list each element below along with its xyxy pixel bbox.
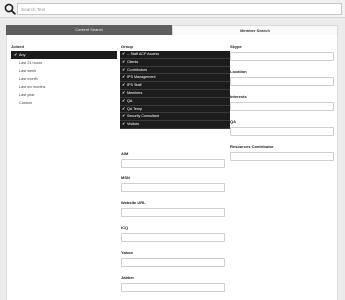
- group-option-visitors[interactable]: ✔ Visitors: [120, 121, 230, 129]
- joined-option-label: Last year: [19, 93, 35, 97]
- joined-option-label: Last month: [19, 77, 38, 81]
- group-option-label: QA Temp: [127, 106, 143, 111]
- joined-option-label: Last 24 hours: [19, 61, 43, 65]
- group-options: ✔ -- Staff ACP Access ✔ Clients ✔ Contribut…: [120, 51, 230, 129]
- joined-option-last-six-months[interactable]: Last six months: [11, 83, 117, 91]
- qa-field[interactable]: [230, 127, 334, 136]
- group-option-label: -- Staff ACP Access: [127, 52, 160, 56]
- group-option-security-consultant[interactable]: ✔ Security Consultant: [120, 113, 230, 122]
- resources-contributor-field[interactable]: [230, 152, 334, 161]
- icq-field[interactable]: [121, 233, 225, 242]
- group-option-label: IPS Staff: [127, 83, 142, 88]
- yahoo-label: Yahoo: [121, 250, 134, 255]
- resources-contributor-label: Resources Contributor: [230, 144, 274, 149]
- yahoo-field[interactable]: [121, 258, 225, 267]
- group-option-label: Contributors: [127, 67, 148, 72]
- group-option-ips-staff[interactable]: ✔ IPS Staff: [120, 82, 230, 90]
- interests-label: Interests: [230, 94, 247, 99]
- top-search-bar: [0, 0, 345, 18]
- search-tabs: Content Search Member Search: [6, 25, 338, 35]
- joined-option-label: Any: [19, 53, 26, 57]
- msn-field[interactable]: [121, 183, 225, 192]
- group-option-clients[interactable]: ✔ Clients: [120, 58, 230, 67]
- member-search-panel: Joined ✔ Any Last 24 hours Last week Last…: [6, 35, 338, 300]
- group-option-qa[interactable]: ✔ QA: [120, 97, 230, 106]
- group-option-staff-acp-access[interactable]: ✔ -- Staff ACP Access: [120, 51, 230, 59]
- group-option-label: Visitors: [127, 122, 140, 127]
- msn-label: MSN: [121, 175, 130, 180]
- group-option-ips-management[interactable]: ✔ IPS Management: [120, 74, 230, 83]
- location-label: Location: [230, 69, 247, 74]
- group-option-contributors[interactable]: ✔ Contributors: [120, 66, 230, 75]
- jabber-label: Jabber: [121, 275, 135, 280]
- joined-options: ✔ Any Last 24 hours Last week Last month …: [11, 51, 117, 107]
- jabber-field[interactable]: [121, 283, 225, 292]
- joined-option-label: Last week: [19, 69, 37, 73]
- group-option-label: Clients: [127, 59, 139, 64]
- group-option-label: Security Consultant: [127, 114, 159, 119]
- website-url-label: Website URL: [121, 200, 146, 205]
- aim-label: AIM: [121, 151, 129, 156]
- group-option-label: Members: [127, 90, 143, 95]
- joined-option-any[interactable]: ✔ Any: [11, 51, 117, 59]
- group-option-qa-temp[interactable]: ✔ QA Temp: [120, 105, 230, 114]
- group-label: Group: [121, 44, 133, 49]
- tab-member-search[interactable]: Member Search: [172, 25, 338, 35]
- aim-field[interactable]: [121, 159, 225, 168]
- search-icon[interactable]: [3, 2, 17, 16]
- joined-option-last-year[interactable]: Last year: [11, 91, 117, 99]
- joined-option-label: Last six months: [19, 85, 46, 89]
- group-option-label: IPS Management: [127, 75, 156, 80]
- joined-option-custom[interactable]: Custom: [11, 99, 117, 107]
- website-url-field[interactable]: [121, 208, 225, 217]
- joined-option-last-week[interactable]: Last week: [11, 67, 117, 75]
- group-option-members[interactable]: ✔ Members: [120, 89, 230, 98]
- icq-label: ICQ: [121, 225, 129, 230]
- interests-field[interactable]: [230, 102, 334, 111]
- joined-option-label: Custom: [19, 101, 33, 105]
- joined-option-last-24-hours[interactable]: Last 24 hours: [11, 59, 117, 67]
- tab-content-search[interactable]: Content Search: [6, 25, 172, 35]
- joined-label: Joined: [11, 44, 24, 49]
- skype-field[interactable]: [230, 52, 334, 61]
- qa-label: QA: [230, 119, 236, 124]
- joined-option-last-month[interactable]: Last month: [11, 75, 117, 83]
- skype-label: Skype: [230, 44, 242, 49]
- search-input[interactable]: [17, 3, 342, 15]
- group-option-label: QA: [127, 98, 133, 103]
- location-field[interactable]: [230, 77, 334, 86]
